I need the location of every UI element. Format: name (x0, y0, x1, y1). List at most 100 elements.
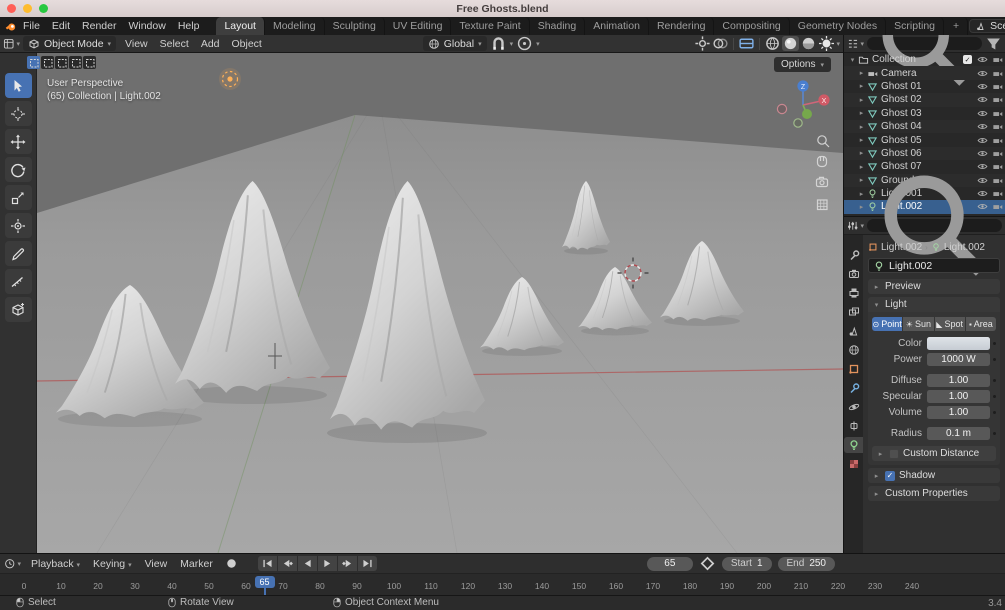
tool-move-button[interactable] (4, 129, 32, 154)
animate-property-dot[interactable] (993, 378, 996, 382)
outliner-item-ghost-02[interactable]: ▸ Ghost 02 (844, 93, 1005, 107)
disable-in-render-icon[interactable] (990, 68, 1005, 79)
shading-wireframe-button[interactable] (764, 36, 781, 51)
tool-select-button[interactable] (4, 73, 32, 98)
workspace-tab-layout[interactable]: Layout (216, 17, 265, 35)
tool-scale-button[interactable] (4, 185, 32, 210)
disclosure-triangle[interactable]: ▸ (857, 123, 866, 131)
disclosure-triangle[interactable]: ▸ (857, 163, 866, 171)
specular-field[interactable]: 1.00 (927, 389, 990, 403)
outliner-editor-type-button[interactable]: ▾ (847, 36, 864, 51)
viewport-menu-object[interactable]: Object (226, 36, 268, 52)
hide-in-viewport-icon[interactable] (975, 135, 990, 146)
panel-preview[interactable]: ▸ Preview (868, 279, 1000, 294)
axis-neg-y-handle[interactable] (793, 118, 803, 128)
disclosure-triangle[interactable]: ▸ (857, 82, 866, 90)
properties-tab-tool[interactable] (844, 247, 863, 263)
tool-rotate-button[interactable] (4, 157, 32, 182)
tool-annotate-button[interactable] (4, 241, 32, 266)
workspace-tab-texture-paint[interactable]: Texture Paint (451, 17, 530, 35)
properties-tab-constraints[interactable] (844, 418, 863, 434)
mode-dropdown[interactable]: Object Mode ▾ (23, 36, 117, 51)
panel-custom-properties[interactable]: ▸ Custom Properties (868, 486, 1000, 501)
select-mode-1-button[interactable] (41, 56, 54, 69)
outliner-item-ghost-03[interactable]: ▸ Ghost 03 (844, 107, 1005, 120)
hide-in-viewport-icon[interactable] (975, 81, 990, 92)
options-dropdown[interactable]: Options ▾ (774, 57, 831, 72)
properties-search-input[interactable] (867, 175, 1002, 276)
hide-in-viewport-icon[interactable] (975, 54, 990, 65)
proportional-edit-toggle[interactable] (516, 36, 533, 51)
timeline-menu-playback[interactable]: Playback ▾ (25, 556, 86, 572)
radius-field[interactable]: 0.1 m (927, 426, 990, 440)
outliner-item-ghost-05[interactable]: ▸ Ghost 05 (844, 133, 1005, 146)
outliner-item-camera[interactable]: ▸ Camera (844, 66, 1005, 80)
properties-tab-render[interactable] (844, 266, 863, 282)
disable-in-render-icon[interactable] (990, 121, 1005, 132)
properties-tab-object-data[interactable] (844, 437, 863, 453)
workspace-tab-shading[interactable]: Shading (530, 17, 586, 35)
show-overlays-toggle[interactable] (712, 36, 729, 51)
select-mode-0-button[interactable] (27, 56, 40, 69)
breadcrumb-object[interactable]: Light.002 (881, 242, 922, 253)
disable-in-render-icon[interactable] (990, 108, 1005, 119)
light-type-point[interactable]: ⊙ Point (872, 317, 903, 331)
workspace-tab-geometry-nodes[interactable]: Geometry Nodes (790, 17, 887, 35)
disable-in-render-icon[interactable] (990, 81, 1005, 92)
toggle-xray-button[interactable] (738, 36, 755, 51)
disable-in-render-icon[interactable] (990, 94, 1005, 105)
frame-start-field[interactable]: Start 1 (721, 556, 772, 571)
menu-window[interactable]: Window (122, 18, 171, 34)
workspace-tab-scripting[interactable]: Scripting (886, 17, 945, 35)
properties-tab-texture[interactable] (844, 456, 863, 472)
timeline-menu-marker[interactable]: Marker (174, 556, 219, 572)
workspace-tab-modeling[interactable]: Modeling (265, 17, 325, 35)
tool-cursor-button[interactable] (4, 101, 32, 126)
timeline-editor-type-button[interactable]: ▾ (4, 556, 21, 571)
power-field[interactable]: 1000 W (927, 352, 990, 366)
add-workspace-button[interactable]: + (945, 17, 969, 35)
properties-tab-modifiers[interactable] (844, 380, 863, 396)
panel-light[interactable]: ▾ Light (868, 297, 1000, 312)
timeline-menu-view[interactable]: View (139, 556, 174, 572)
animate-property-dot[interactable] (993, 431, 996, 435)
disclosure-triangle[interactable]: ▸ (857, 69, 866, 77)
disclosure-triangle[interactable]: ▸ (857, 109, 866, 117)
hide-in-viewport-icon[interactable] (975, 108, 990, 119)
blender-logo-icon[interactable] (4, 20, 16, 32)
light-type-area[interactable]: ▪ Area (965, 317, 996, 331)
shading-rendered-button[interactable] (818, 35, 835, 52)
show-gizmo-toggle[interactable] (694, 36, 711, 51)
properties-tab-scene[interactable] (844, 323, 863, 339)
panel-custom-distance[interactable]: ▸ Custom Distance (872, 446, 996, 461)
jump-to-start-button[interactable] (257, 556, 277, 571)
tool-measure-button[interactable] (4, 269, 32, 294)
properties-tab-object[interactable] (844, 361, 863, 377)
menu-render[interactable]: Render (76, 18, 122, 34)
scene-selector[interactable]: Scene × (969, 19, 1005, 33)
outliner-search-input[interactable] (867, 1, 982, 86)
disclosure-triangle[interactable]: ▸ (857, 96, 866, 104)
collection-checkbox[interactable]: ✓ (960, 55, 975, 65)
keying-set-icon[interactable] (699, 556, 716, 571)
custom-distance-checkbox[interactable] (889, 448, 899, 459)
properties-tab-physics[interactable] (844, 399, 863, 415)
menu-edit[interactable]: Edit (46, 18, 76, 34)
workspace-tab-uv-editing[interactable]: UV Editing (385, 17, 452, 35)
outliner-item-ghost-06[interactable]: ▸ Ghost 06 (844, 146, 1005, 161)
disable-in-render-icon[interactable] (990, 148, 1005, 159)
tool-add-cube-button[interactable] (4, 297, 32, 322)
animate-property-dot[interactable] (993, 410, 996, 414)
viewport-menu-select[interactable]: Select (154, 36, 195, 52)
properties-tab-output[interactable] (844, 285, 863, 301)
editor-type-button[interactable]: ▾ (3, 36, 20, 51)
color-swatch[interactable] (927, 336, 990, 350)
timeline-menu-keying[interactable]: Keying ▾ (87, 556, 138, 572)
disable-in-render-icon[interactable] (990, 135, 1005, 146)
select-mode-4-button[interactable] (83, 56, 96, 69)
transform-orientation-dropdown[interactable]: Global ▾ (422, 36, 487, 51)
light-object-gizmo[interactable] (219, 68, 241, 90)
select-mode-2-button[interactable] (55, 56, 68, 69)
workspace-tab-sculpting[interactable]: Sculpting (325, 17, 385, 35)
jump-to-end-button[interactable] (357, 556, 377, 571)
